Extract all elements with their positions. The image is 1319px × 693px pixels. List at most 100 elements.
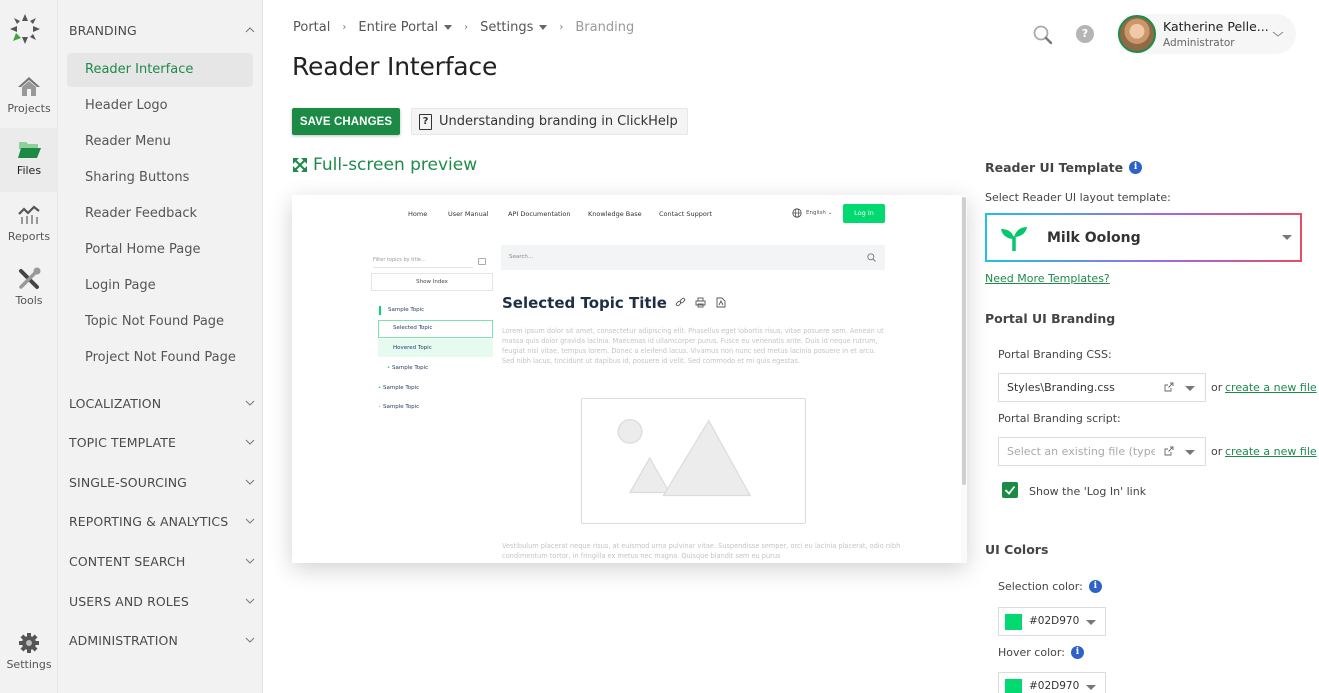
nav-section-content-search[interactable]: CONTENT SEARCH <box>69 549 255 573</box>
chevron-down-icon <box>245 637 255 643</box>
pdf-icon <box>716 297 726 308</box>
preview-scrollbar[interactable] <box>961 195 967 563</box>
nav-section-reporting-analytics[interactable]: REPORTING & ANALYTICS <box>69 509 255 533</box>
preview-paragraph: Lorem ipsum dolor sit amet, consectetur … <box>502 327 884 365</box>
preview-scrollbar-thumb[interactable] <box>962 197 966 485</box>
nav-item-portal-home-page[interactable]: Portal Home Page <box>67 233 253 267</box>
or-text: or <box>1211 445 1223 458</box>
portal-branding-css-select[interactable]: Styles\Branding.css <box>998 373 1206 402</box>
label-text: Hover color: <box>998 646 1065 659</box>
chevron-down-icon <box>245 518 255 524</box>
home-icon <box>18 77 40 96</box>
save-changes-button[interactable]: SAVE CHANGES <box>292 108 400 135</box>
nav-section-single-sourcing[interactable]: SINGLE-SOURCING <box>69 470 255 494</box>
nav-section-title: SINGLE-SOURCING <box>69 474 187 490</box>
full-screen-preview-link[interactable]: Full-screen preview <box>292 155 477 175</box>
preview-search-bar: Search... <box>501 245 885 270</box>
nav-item-reader-interface[interactable]: Reader Interface <box>67 53 253 87</box>
preview-toc-label: Sample Topic <box>383 385 420 391</box>
search-icon[interactable] <box>1032 24 1054 46</box>
hover-color-picker[interactable]: #02D970 <box>998 672 1106 693</box>
preview-paragraph: Vestibulum placerat neque risus, at euis… <box>502 542 901 560</box>
heading-text: Reader UI Template <box>985 160 1124 175</box>
breadcrumb-settings[interactable]: Settings <box>480 20 548 35</box>
folder-icon <box>18 142 41 158</box>
breadcrumb-separator-icon: › <box>559 22 564 33</box>
globe-icon <box>792 208 802 218</box>
nav-section-topic-template[interactable]: TOPIC TEMPLATE <box>69 430 255 454</box>
dropdown-arrow-icon <box>1282 235 1292 240</box>
nav-section-branding[interactable]: BRANDING <box>69 18 255 42</box>
checkmark-icon <box>1004 485 1016 495</box>
template-select-inner: Milk Oolong <box>987 215 1300 260</box>
nav-section-title: REPORTING & ANALYTICS <box>69 513 229 529</box>
rail-item-reports[interactable]: Reports <box>0 194 58 258</box>
preview-topic-title: Selected Topic Title <box>502 294 726 312</box>
preview-topic-title-text: Selected Topic Title <box>502 294 667 312</box>
portal-ui-branding-heading: Portal UI Branding <box>985 311 1116 326</box>
avatar <box>1118 15 1156 53</box>
preview-toc-child: • Sample Topic <box>387 365 429 371</box>
preview-language-label: English <box>806 210 826 216</box>
preview-toc-selected: Selected Topic <box>378 320 493 338</box>
breadcrumb-portal[interactable]: Portal <box>293 20 330 35</box>
nav-item-project-not-found-page[interactable]: Project Not Found Page <box>67 341 253 375</box>
nav-item-login-page[interactable]: Login Page <box>67 269 253 303</box>
nav-item-reader-feedback[interactable]: Reader Feedback <box>67 197 253 231</box>
help-icon[interactable]: ? <box>1076 25 1094 43</box>
rail-item-files[interactable]: Files <box>0 128 58 192</box>
preview-language-selector: English ⌄ <box>792 208 832 218</box>
preview-login-button: Log In <box>843 204 885 223</box>
template-select[interactable]: Milk Oolong <box>985 213 1302 262</box>
create-new-css-file-link[interactable]: create a new file <box>1225 381 1317 394</box>
info-icon[interactable]: i <box>1088 580 1102 593</box>
nav-section-administration[interactable]: ADMINISTRATION <box>69 628 255 652</box>
or-text: or <box>1211 381 1223 394</box>
template-selected-name: Milk Oolong <box>1047 230 1141 246</box>
portal-branding-script-placeholder: Select an existing file (type for s <box>1007 445 1155 458</box>
color-swatch <box>1005 614 1022 630</box>
open-external-icon[interactable] <box>1164 446 1174 456</box>
need-more-templates-link[interactable]: Need More Templates? <box>985 272 1110 285</box>
preview-toc-label: Hovered Topic <box>393 345 432 351</box>
preview-filter-input: Filter topics by title... <box>373 257 473 268</box>
show-login-link-checkbox[interactable] <box>1002 482 1018 498</box>
breadcrumb-entire-portal[interactable]: Entire Portal <box>358 20 453 35</box>
icon-rail: Projects Files Reports Tools Settings <box>0 0 58 693</box>
portal-branding-css-value: Styles\Branding.css <box>1007 381 1115 394</box>
clickhelp-logo-icon[interactable] <box>8 12 42 46</box>
nav-section-title: CONTENT SEARCH <box>69 553 186 569</box>
chevron-down-icon <box>245 558 255 564</box>
nav-section-title: TOPIC TEMPLATE <box>69 434 177 450</box>
rail-label: Projects <box>7 102 51 115</box>
selection-color-value: #02D970 <box>1029 615 1080 627</box>
search-icon <box>867 253 876 262</box>
preview-toc-label: Selected Topic <box>393 325 433 331</box>
rail-item-projects[interactable]: Projects <box>0 66 58 130</box>
nav-item-topic-not-found-page[interactable]: Topic Not Found Page <box>67 305 253 339</box>
image-placeholder-icon <box>581 398 806 524</box>
dropdown-arrow-icon <box>1185 450 1195 455</box>
user-menu[interactable]: Katherine Pelle... Administrator <box>1116 14 1296 54</box>
open-external-icon[interactable] <box>1164 382 1174 392</box>
portal-branding-script-select[interactable]: Select an existing file (type for s <box>998 437 1206 466</box>
nav-item-reader-menu[interactable]: Reader Menu <box>67 125 253 159</box>
branding-help-button[interactable]: ? Understanding branding in ClickHelp <box>411 108 688 135</box>
nav-item-sharing-buttons[interactable]: Sharing Buttons <box>67 161 253 195</box>
portal-branding-css-label: Portal Branding CSS: <box>998 348 1112 361</box>
help-button-label: Understanding branding in ClickHelp <box>439 114 678 129</box>
breadcrumb-branding: Branding <box>575 20 635 35</box>
nav-section-users-and-roles[interactable]: USERS AND ROLES <box>69 589 255 613</box>
nav-item-header-logo[interactable]: Header Logo <box>67 89 253 123</box>
create-new-script-file-link[interactable]: create a new file <box>1225 445 1317 458</box>
info-icon[interactable]: i <box>1070 646 1084 659</box>
nav-section-localization[interactable]: LOCALIZATION <box>69 391 255 415</box>
expand-icon <box>293 158 307 172</box>
rail-item-settings[interactable]: Settings <box>0 622 58 686</box>
info-icon[interactable]: i <box>1129 161 1143 174</box>
rail-item-tools[interactable]: Tools <box>0 258 58 322</box>
preview-toc-label: Sample Topic <box>383 404 420 410</box>
selection-color-picker[interactable]: #02D970 <box>998 607 1106 636</box>
user-role: Administrator <box>1163 37 1235 49</box>
preview-show-index-button: Show Index <box>371 273 493 291</box>
